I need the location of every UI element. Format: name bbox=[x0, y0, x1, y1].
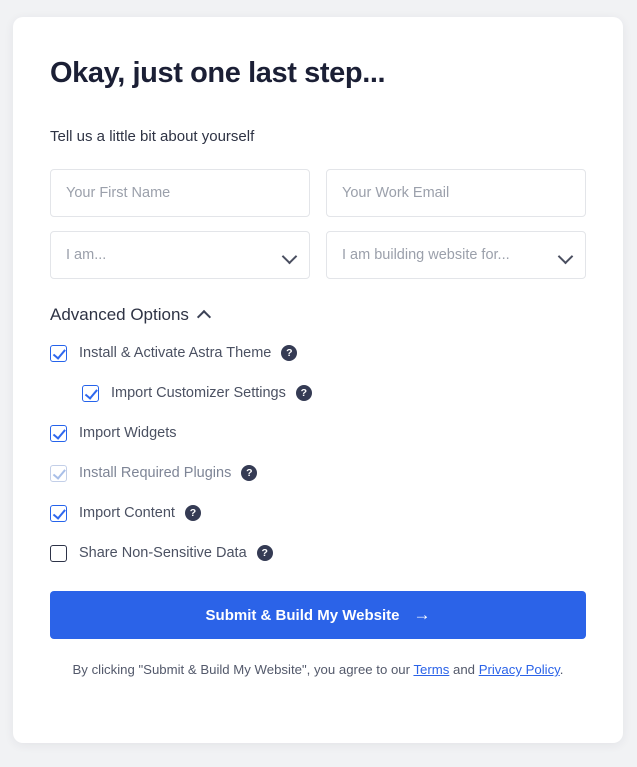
option-row[interactable]: Import Widgets bbox=[50, 423, 177, 443]
option-label: Install Required Plugins bbox=[79, 465, 232, 481]
help-icon[interactable]: ? bbox=[295, 385, 312, 401]
legal-suffix: . bbox=[559, 662, 564, 677]
help-icon[interactable]: ? bbox=[184, 505, 201, 521]
page-title: Okay, just one last step... bbox=[50, 57, 386, 89]
option-label: Share Non-Sensitive Data bbox=[79, 545, 247, 561]
work-email-placeholder: Your Work Email bbox=[342, 185, 450, 201]
option-row[interactable]: Share Non-Sensitive Data? bbox=[50, 543, 273, 563]
chevron-down-icon bbox=[281, 248, 298, 265]
help-icon[interactable]: ? bbox=[241, 465, 258, 481]
advanced-options-list: Install & Activate Astra Theme? Import Cu… bbox=[50, 343, 586, 563]
user-info-form: Your First Name Your Work Email I am... … bbox=[50, 169, 586, 279]
checkbox-icon[interactable] bbox=[50, 344, 67, 362]
role-select[interactable]: I am... bbox=[50, 231, 310, 279]
checkbox-icon[interactable] bbox=[50, 544, 67, 562]
terms-link[interactable]: Terms bbox=[413, 662, 449, 677]
help-icon[interactable]: ? bbox=[281, 345, 298, 361]
onboarding-page: Okay, just one last step... Tell us a li… bbox=[0, 0, 637, 767]
privacy-policy-link[interactable]: Privacy Policy bbox=[479, 662, 560, 677]
chevron-down-icon bbox=[557, 248, 574, 265]
help-icon[interactable]: ? bbox=[256, 545, 273, 561]
option-row[interactable]: Install & Activate Astra Theme? bbox=[50, 343, 298, 363]
option-label: Import Content bbox=[79, 505, 175, 521]
purpose-select-value: I am building website for... bbox=[342, 247, 510, 263]
submit-button[interactable]: Submit & Build My Website → bbox=[50, 591, 586, 639]
legal-middle: and bbox=[449, 662, 479, 677]
first-name-field[interactable]: Your First Name bbox=[50, 169, 310, 217]
checkbox-icon[interactable] bbox=[82, 384, 99, 402]
role-select-value: I am... bbox=[66, 247, 107, 263]
option-label: Install & Activate Astra Theme bbox=[79, 345, 272, 361]
legal-prefix: By clicking "Submit & Build My Website",… bbox=[72, 662, 414, 677]
work-email-field[interactable]: Your Work Email bbox=[326, 169, 586, 217]
checkbox-icon[interactable] bbox=[50, 504, 67, 522]
option-row[interactable]: Import Content? bbox=[50, 503, 201, 523]
option-row: Install Required Plugins? bbox=[50, 463, 258, 483]
option-label: Import Widgets bbox=[79, 425, 177, 441]
submit-button-label: Submit & Build My Website bbox=[205, 606, 400, 624]
checkbox-icon[interactable] bbox=[50, 424, 67, 442]
purpose-select[interactable]: I am building website for... bbox=[326, 231, 586, 279]
option-row[interactable]: Import Customizer Settings? bbox=[82, 383, 312, 403]
chevron-up-icon bbox=[196, 309, 211, 325]
first-name-placeholder: Your First Name bbox=[66, 185, 171, 201]
advanced-options-label: Advanced Options bbox=[50, 305, 189, 324]
checkbox-icon bbox=[50, 464, 67, 482]
page-subtitle: Tell us a little bit about yourself bbox=[50, 128, 255, 145]
arrow-right-icon: → bbox=[413, 605, 431, 624]
onboarding-card: Okay, just one last step... Tell us a li… bbox=[13, 17, 623, 743]
advanced-options-toggle[interactable]: Advanced Options bbox=[50, 305, 211, 325]
option-label: Import Customizer Settings bbox=[111, 385, 286, 401]
legal-disclaimer: By clicking "Submit & Build My Website",… bbox=[50, 661, 586, 679]
